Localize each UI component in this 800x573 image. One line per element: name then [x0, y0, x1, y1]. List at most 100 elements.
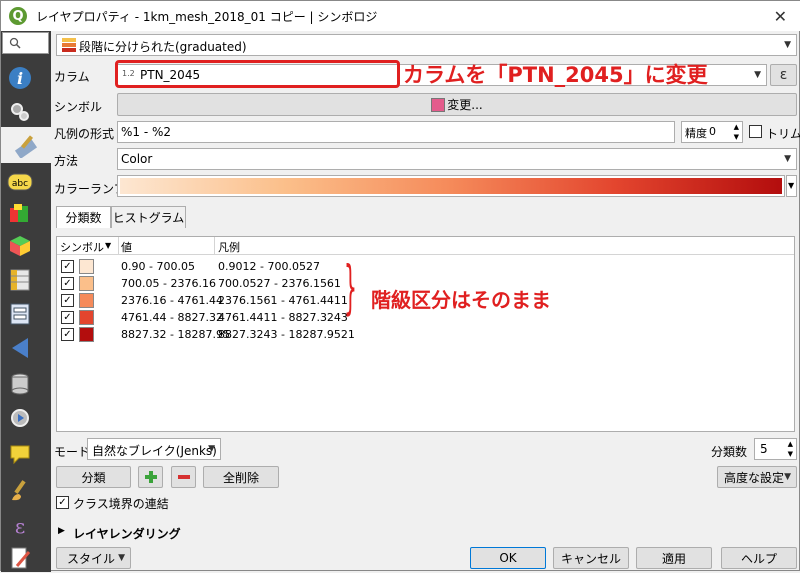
sidebar-item-auxiliary-storage[interactable]	[5, 369, 35, 399]
class-color-swatch[interactable]	[79, 293, 94, 308]
help-button[interactable]: ヘルプ	[721, 547, 797, 569]
wrench-gear-icon	[11, 103, 29, 121]
class-legend[interactable]: 0.9012 - 700.0527	[218, 260, 320, 273]
class-value[interactable]: 8827.32 - 18287.95	[121, 328, 230, 341]
class-legend[interactable]: 2376.1561 - 4761.4411	[218, 294, 348, 307]
classes-count-spinbox[interactable]: 5 ▲ ▼	[754, 438, 797, 460]
class-annotation: 階級区分はそのまま	[371, 288, 551, 312]
precision-value: 0	[709, 125, 716, 138]
sidebar-item-fields[interactable]	[5, 265, 35, 295]
column-label: カラム	[54, 70, 90, 84]
class-value[interactable]: 4761.44 - 8827.32	[121, 311, 223, 324]
class-legend[interactable]: 4761.4411 - 8827.3243	[218, 311, 348, 324]
symbol-label: シンボル	[54, 100, 103, 114]
remove-class-button[interactable]	[171, 466, 196, 488]
tab-histogram[interactable]: ヒストグラム	[111, 206, 186, 228]
plus-icon	[144, 471, 157, 483]
sidebar-item-attributes-form[interactable]	[5, 299, 35, 329]
color-ramp-button[interactable]	[117, 175, 785, 197]
classes-count-value: 5	[760, 442, 768, 456]
class-visible-checkbox[interactable]: ✓	[61, 328, 74, 341]
chevron-down-icon: ▼	[208, 444, 215, 454]
ok-button[interactable]: OK	[470, 547, 546, 569]
spinner-arrows-icon: ▲ ▼	[787, 440, 793, 458]
color-ramp-label: カラーランプ	[54, 182, 126, 196]
sidebar-item-information[interactable]: i	[5, 63, 35, 93]
class-legend[interactable]: 8827.3243 - 18287.9521	[218, 328, 355, 341]
chevron-down-icon: ▼	[784, 40, 791, 50]
expression-button[interactable]: ε	[770, 64, 797, 86]
tab-classes[interactable]: 分類数	[56, 206, 111, 228]
color-ramp-gradient	[120, 178, 782, 194]
style-button[interactable]: スタイル ▼	[56, 547, 131, 569]
sidebar-item-rendering[interactable]	[5, 475, 35, 505]
class-value[interactable]: 700.05 - 2376.16	[121, 277, 216, 290]
apply-button[interactable]: 適用	[636, 547, 712, 569]
method-select[interactable]: Color ▼	[117, 148, 797, 170]
class-visible-checkbox[interactable]: ✓	[61, 294, 74, 307]
precision-spinbox[interactable]: 精度 0 ▲ ▼	[681, 121, 743, 143]
class-value[interactable]: 2376.16 - 4761.44	[121, 294, 223, 307]
svg-text:i: i	[17, 69, 23, 88]
chevron-down-icon: ▼	[118, 553, 125, 563]
sidebar-search-input[interactable]	[2, 32, 49, 54]
delete-all-button[interactable]: 全削除	[203, 466, 279, 488]
sidebar-item-metadata[interactable]	[5, 543, 35, 573]
sidebar-item-diagrams[interactable]	[5, 199, 35, 229]
spinner-arrows-icon: ▲ ▼	[733, 123, 739, 141]
symbology-panel: 段階に分けられた(graduated) ▼ カラム 1.2 PTN_2045 ▼…	[51, 31, 800, 572]
renderer-select[interactable]: 段階に分けられた(graduated) ▼	[56, 34, 797, 56]
paintbrush-icon	[14, 135, 38, 158]
class-visible-checkbox[interactable]: ✓	[61, 277, 74, 290]
link-class-boundaries-checkbox[interactable]: ✓	[56, 496, 69, 509]
legend-format-input[interactable]: %1 - %2	[117, 121, 675, 143]
header-symbol[interactable]: シンボル	[60, 239, 104, 255]
layer-rendering-section[interactable]: レイヤレンダリング	[73, 525, 181, 542]
sidebar: i abc ε	[1, 31, 51, 572]
class-value[interactable]: 0.90 - 700.05	[121, 260, 195, 273]
table-row[interactable]: ✓ 8827.32 - 18287.95 8827.3243 - 18287.952…	[57, 326, 794, 343]
class-legend[interactable]: 700.0527 - 2376.1561	[218, 277, 341, 290]
class-visible-checkbox[interactable]: ✓	[61, 311, 74, 324]
header-value[interactable]: 値	[121, 239, 132, 255]
sidebar-item-source[interactable]	[5, 97, 35, 127]
column-highlight-box	[115, 60, 400, 88]
class-visible-checkbox[interactable]: ✓	[61, 260, 74, 273]
style-label: スタイル	[67, 551, 116, 566]
metadata-edit-icon	[11, 547, 31, 569]
epsilon-icon: ε	[15, 514, 25, 538]
advanced-button[interactable]: 高度な設定 ▼	[717, 466, 797, 488]
join-arrow-icon	[12, 338, 28, 358]
add-class-button[interactable]	[138, 466, 163, 488]
sidebar-item-labels[interactable]: abc	[5, 167, 35, 197]
header-legend[interactable]: 凡例	[218, 239, 240, 255]
method-value: Color	[121, 152, 153, 166]
table-row[interactable]: ✓ 0.90 - 700.05 0.9012 - 700.0527	[57, 258, 794, 275]
close-icon[interactable]: ✕	[774, 7, 787, 26]
sidebar-item-actions[interactable]	[5, 403, 35, 433]
sidebar-item-display[interactable]	[5, 439, 35, 469]
expand-arrow-icon[interactable]: ▶	[58, 526, 65, 536]
legend-format-label: 凡例の形式	[54, 127, 115, 141]
color-ramp-dropdown[interactable]: ▼	[786, 175, 797, 197]
mode-select[interactable]: 自然なブレイク(Jenks) ▼	[87, 438, 221, 460]
sidebar-item-3d-view[interactable]	[5, 231, 35, 261]
sidebar-item-joins[interactable]	[5, 333, 35, 363]
svg-text:ε: ε	[15, 514, 25, 538]
chevron-down-icon: ▼	[784, 472, 791, 482]
cancel-button[interactable]: キャンセル	[553, 547, 629, 569]
class-color-swatch[interactable]	[79, 276, 94, 291]
trim-checkbox[interactable]	[749, 125, 762, 138]
method-label: 方法	[54, 154, 79, 168]
classify-button[interactable]: 分類	[56, 466, 131, 488]
svg-text:abc: abc	[12, 179, 28, 189]
class-color-swatch[interactable]	[79, 327, 94, 342]
sidebar-item-variables[interactable]: ε	[5, 511, 35, 541]
qgis-logo-icon: Q	[9, 7, 27, 25]
class-color-swatch[interactable]	[79, 259, 94, 274]
trim-label: トリム	[766, 127, 800, 141]
symbol-change-button[interactable]: 変更...	[117, 93, 797, 116]
classes-count-label: 分類数	[711, 445, 748, 459]
class-color-swatch[interactable]	[79, 310, 94, 325]
sidebar-item-symbology[interactable]	[1, 127, 51, 163]
